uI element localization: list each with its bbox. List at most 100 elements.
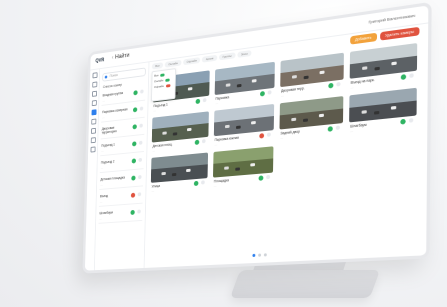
list-item[interactable]: Въезд ··· [98,189,143,207]
more-icon[interactable] [139,123,143,128]
camera-thumbnail[interactable] [150,152,209,183]
camera-grid: Подъезд 1 ··· Парковка ··· Дворовая терр… [150,43,420,195]
more-icon[interactable] [201,180,205,185]
archive-icon[interactable] [90,118,96,125]
camera-list: Поиск Список камер Входная группа ··· Па… [94,61,150,271]
back-arrow-icon[interactable]: ‹ [112,55,114,61]
more-icon[interactable] [140,89,144,94]
user-name[interactable]: Григорий Валентинович [368,13,415,25]
camera-thumbnail[interactable] [214,61,275,96]
map-icon[interactable] [91,100,97,107]
toggle-icon[interactable] [160,72,165,77]
list-item[interactable]: Шлагбаум ··· [98,206,143,224]
camera-card[interactable]: Въезд на парк. ··· [349,43,418,91]
add-button[interactable]: Добавить [349,32,377,45]
pagination [252,253,267,258]
settings-icon[interactable] [90,137,96,144]
status-dot [130,209,135,215]
more-icon[interactable] [409,73,414,78]
page-dot[interactable] [258,253,262,257]
more-icon[interactable] [138,175,142,180]
status-dot [131,175,136,181]
more-icon[interactable] [201,139,206,144]
camera-card[interactable]: Площадка ··· [212,146,274,189]
grid-icon[interactable] [91,81,97,88]
status-dot [194,139,200,146]
list-item-title: Входная группа [102,91,124,98]
camera-thumbnail[interactable] [349,43,418,79]
camera-thumbnail[interactable] [349,87,417,123]
camera-card[interactable]: Улица ··· [150,152,209,195]
home-icon[interactable] [92,72,98,79]
list-item[interactable]: Подъезд 2 ··· [99,154,144,174]
camera-sub: ··· [151,189,155,194]
filter-chip[interactable]: Зоны [237,50,252,58]
filter-chip[interactable]: Архив [202,54,218,63]
more-icon[interactable] [336,81,341,87]
filter-chip[interactable]: Все [151,62,164,70]
camera-card[interactable]: Парковка южная ··· [213,103,275,148]
list-item[interactable]: Входная группа ··· [101,86,146,106]
more-icon[interactable] [267,90,272,95]
status-dot [130,192,136,198]
more-icon[interactable] [335,125,340,130]
status-dot [327,126,333,132]
breadcrumb[interactable]: ‹ Найти [112,53,130,61]
camera-sub: ··· [350,85,354,91]
toggle-icon[interactable] [165,78,170,82]
more-icon[interactable] [139,106,144,111]
camera-card[interactable]: Задний двор ··· [279,96,344,142]
popup-option-label: Онлайн [154,78,164,84]
camera-thumbnail[interactable] [280,52,344,88]
status-dot [260,90,265,97]
camera-thumbnail[interactable] [151,111,209,143]
list-item-sub: ··· [101,149,104,154]
filter-chip[interactable]: Онлайн [164,59,182,68]
camera-sub: ··· [280,93,284,99]
list-item[interactable]: Детская площадка ··· [99,172,144,190]
camera-card[interactable]: Шлагбаум ··· [349,87,417,135]
camera-card[interactable]: Детская площ. ··· [151,111,209,154]
list-item[interactable]: Подъезд 1 ··· [100,137,145,157]
camera-icon[interactable] [91,90,97,97]
more-icon[interactable] [266,132,271,137]
camera-sub: ··· [214,142,218,147]
popup-option[interactable]: Офлайн [154,83,173,89]
filter-chip[interactable]: Офлайн [183,57,201,66]
users-icon[interactable] [90,127,96,135]
more-icon[interactable] [137,209,141,214]
more-icon[interactable] [408,118,414,123]
camera-title: Парковка южная [214,135,239,143]
camera-title: Площадка [213,178,229,184]
list-item[interactable]: Парковка северная ··· [101,103,146,123]
list-item[interactable]: Дворовая территория ··· [100,120,145,140]
status-dot [131,158,137,164]
camera-sub: ··· [153,108,157,113]
more-icon[interactable] [202,97,207,103]
filter-chip[interactable]: Группы [218,52,236,61]
toggle-icon[interactable] [165,83,171,88]
app-logo: QVR [95,57,105,65]
page-dot-active[interactable] [252,253,256,258]
help-icon[interactable] [90,146,96,153]
status-dot [132,124,137,130]
camera-thumbnail[interactable] [212,146,274,178]
camera-card[interactable]: Дворовая терр. ··· [280,52,344,100]
camera-card[interactable]: Парковка ··· [214,61,275,107]
more-icon[interactable] [138,157,143,162]
camera-thumbnail[interactable] [213,103,275,137]
camera-sub: ··· [215,101,219,106]
list-item-sub: ··· [102,115,105,120]
popup-option-label: Офлайн [153,83,164,90]
list-item-title: Въезд [99,193,109,199]
list-item-title: Подъезд 2 [100,159,115,165]
more-icon[interactable] [266,174,271,180]
more-icon[interactable] [138,140,143,145]
list-item-title: Подъезд 1 [101,142,115,148]
more-icon[interactable] [137,192,142,197]
page-dot[interactable] [263,253,267,257]
video-icon[interactable] [91,109,97,116]
camera-sub: ··· [213,184,217,189]
camera-sub: ··· [280,136,284,141]
camera-thumbnail[interactable] [279,96,344,130]
